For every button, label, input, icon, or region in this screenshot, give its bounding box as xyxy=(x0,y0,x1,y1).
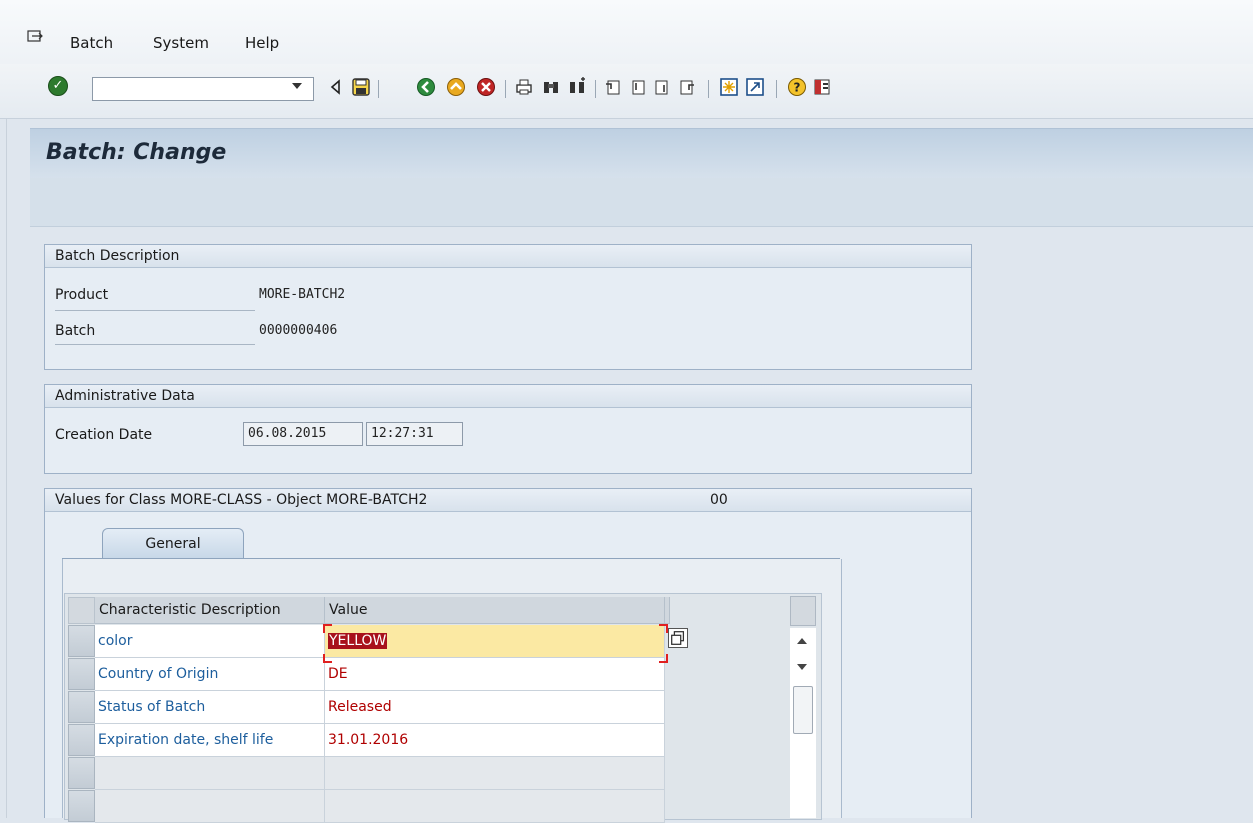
first-page-icon[interactable] xyxy=(603,77,623,97)
batch-value: 0000000406 xyxy=(259,323,338,338)
characteristics-table: Characteristic Description Value color Y… xyxy=(64,593,822,823)
command-field[interactable] xyxy=(92,77,314,101)
batch-description-header: Batch Description xyxy=(45,245,971,268)
exit-icon[interactable] xyxy=(446,77,466,97)
column-header-description[interactable]: Characteristic Description xyxy=(95,597,325,624)
characteristic-description: Expiration date, shelf life xyxy=(95,724,325,757)
find-icon[interactable] xyxy=(541,77,561,97)
characteristic-description: Country of Origin xyxy=(95,658,325,691)
characteristic-value-input[interactable]: YELLOW xyxy=(325,625,665,658)
toolbar-separator xyxy=(595,80,596,98)
toolbar-separator xyxy=(708,80,709,98)
create-session-icon[interactable] xyxy=(719,77,739,97)
menu-help[interactable]: Help xyxy=(245,34,279,52)
characteristic-description: color xyxy=(95,625,325,658)
shortcut-icon[interactable] xyxy=(745,77,765,97)
toolbar-separator xyxy=(378,80,379,98)
label-underline xyxy=(55,310,255,311)
select-all-button[interactable] xyxy=(68,597,95,624)
row-selector[interactable] xyxy=(68,724,95,756)
scroll-up-icon[interactable] xyxy=(797,638,807,644)
batch-label: Batch xyxy=(55,323,96,339)
characteristic-value-input[interactable] xyxy=(325,757,665,790)
find-next-icon[interactable] xyxy=(567,77,587,97)
print-icon[interactable] xyxy=(514,77,534,97)
page-title: Batch: Change xyxy=(46,140,227,165)
table-settings-button[interactable] xyxy=(790,596,816,626)
focus-corner xyxy=(323,654,332,663)
row-selector[interactable] xyxy=(68,757,95,789)
administrative-data-group: Administrative Data Creation Date 06.08.… xyxy=(44,384,972,474)
label-underline xyxy=(55,344,255,345)
focus-corner xyxy=(659,654,668,663)
creation-date-field[interactable]: 06.08.2015 xyxy=(243,422,363,446)
standard-toolbar: ✓ ? xyxy=(0,64,1253,119)
save-icon[interactable] xyxy=(351,77,371,97)
creation-time-field[interactable]: 12:27:31 xyxy=(366,422,463,446)
row-selector[interactable] xyxy=(68,625,95,657)
creation-date-label: Creation Date xyxy=(55,427,153,443)
menu-toggle-icon[interactable] xyxy=(27,30,43,44)
cancel-icon[interactable] xyxy=(476,77,496,97)
administrative-data-header: Administrative Data xyxy=(45,385,971,408)
back-icon[interactable] xyxy=(416,77,436,97)
title-bar: Batch: Change xyxy=(30,128,1253,179)
back-arrow-icon[interactable] xyxy=(326,77,346,97)
column-header-spacer xyxy=(665,597,670,624)
last-page-icon[interactable] xyxy=(677,77,697,97)
row-selector[interactable] xyxy=(68,691,95,723)
next-page-icon[interactable] xyxy=(652,77,672,97)
left-frame-rule xyxy=(6,118,7,818)
value-help-icon[interactable] xyxy=(668,628,688,648)
batch-description-group: Batch Description Product MORE-BATCH2 Ba… xyxy=(44,244,972,370)
selected-value-text: YELLOW xyxy=(328,633,388,649)
product-label: Product xyxy=(55,287,109,303)
row-selector[interactable] xyxy=(68,658,95,690)
toolbar-separator xyxy=(776,80,777,98)
focus-corner xyxy=(323,624,332,633)
tab-general[interactable]: General xyxy=(102,528,244,558)
characteristic-value-input[interactable]: Released xyxy=(325,691,665,724)
application-toolbar xyxy=(30,178,1253,227)
menu-bar: Batch System Help xyxy=(0,0,1253,64)
svg-text:?: ? xyxy=(794,81,801,95)
focus-corner xyxy=(659,624,668,633)
scroll-thumb[interactable] xyxy=(793,686,813,734)
toolbar-separator xyxy=(505,80,506,98)
characteristic-value-input[interactable] xyxy=(325,790,665,823)
scroll-down-icon[interactable] xyxy=(797,664,807,670)
previous-page-icon[interactable] xyxy=(628,77,648,97)
characteristic-description xyxy=(95,757,325,790)
class-values-code: 00 xyxy=(710,492,728,508)
characteristic-description xyxy=(95,790,325,823)
characteristic-description: Status of Batch xyxy=(95,691,325,724)
class-values-title: Values for Class MORE-CLASS - Object MOR… xyxy=(55,492,428,508)
menu-batch[interactable]: Batch xyxy=(70,34,113,52)
column-header-value[interactable]: Value xyxy=(325,597,665,624)
help-icon[interactable]: ? xyxy=(787,77,807,97)
command-dropdown-icon[interactable] xyxy=(292,83,302,89)
characteristic-value-input[interactable]: 31.01.2016 xyxy=(325,724,665,757)
product-value: MORE-BATCH2 xyxy=(259,287,346,302)
row-selector[interactable] xyxy=(68,790,95,822)
enter-check-icon[interactable]: ✓ xyxy=(48,76,68,96)
menu-system[interactable]: System xyxy=(153,34,209,52)
class-values-header: Values for Class MORE-CLASS - Object MOR… xyxy=(45,489,971,512)
customize-layout-icon[interactable] xyxy=(812,77,832,97)
characteristic-value-input[interactable]: DE xyxy=(325,658,665,691)
